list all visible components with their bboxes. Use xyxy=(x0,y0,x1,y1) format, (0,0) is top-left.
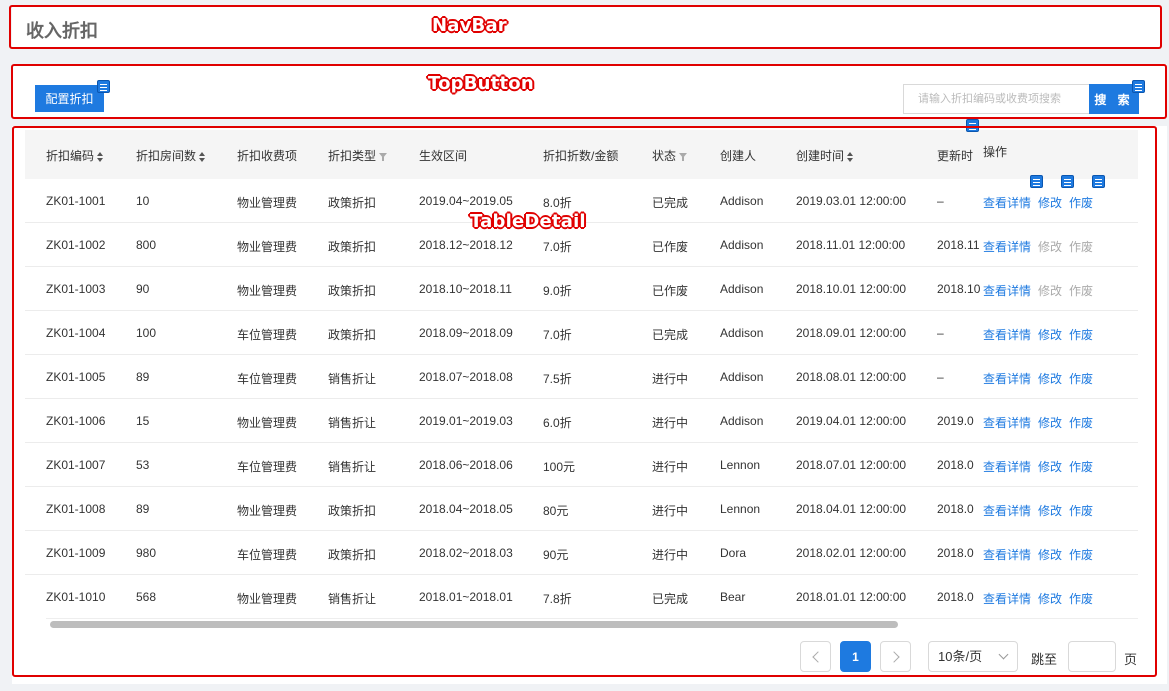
navbar-annotation-label: NavBar xyxy=(432,15,507,36)
navbar-annotation-outline xyxy=(9,5,1162,49)
topbutton-annotation-outline xyxy=(11,64,1167,119)
tabledetail-annotation-outline xyxy=(12,126,1157,677)
topbutton-annotation-label: TopButton xyxy=(428,73,534,94)
tabledetail-annotation-label: TableDetail xyxy=(470,211,586,232)
